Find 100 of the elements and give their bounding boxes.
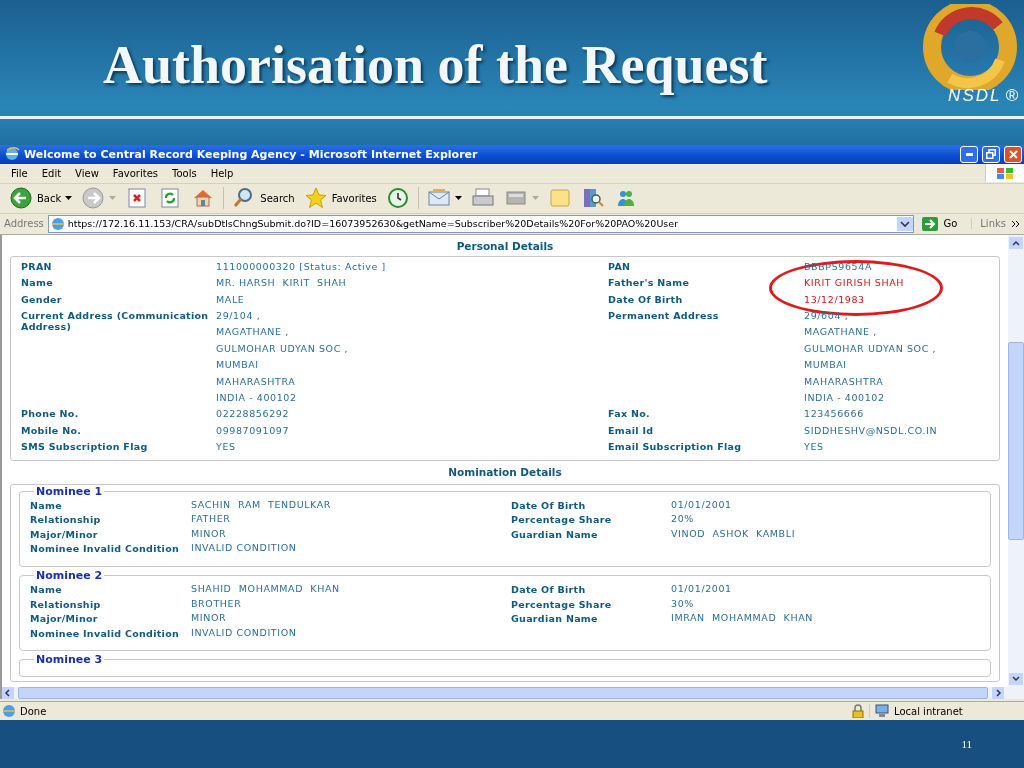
field-label: Major/Minor [30,527,99,540]
vertical-scrollbar[interactable] [1008,234,1024,688]
window-title: Welcome to Central Record Keeping Agency - Microsoft Internet Explorer [24,147,479,161]
zone-text: Local intranet [894,705,963,717]
logo-icon [920,4,1020,90]
scroll-thumb[interactable] [1008,341,1024,540]
page-number: 11 [961,738,972,750]
field-value: MR. HARSH KIRIT SHAH [216,276,348,291]
field-value: SIDDHESHV@NSDL.CO.IN [804,423,939,438]
menu-item[interactable]: Favorites [105,167,165,179]
field-value: MAGATHANE , [804,325,878,340]
menu-item[interactable]: View [68,167,106,179]
field-value: MALE [216,292,246,307]
restore-icon [986,149,996,160]
minimize-button[interactable] [960,145,978,163]
field-value: INVALID CONDITION [191,625,298,640]
group-legend: Nominee 2 [34,568,105,582]
field-label: Phone No. [21,407,80,420]
field-value: MUMBAI [804,358,848,373]
menu-item[interactable]: Edit [34,167,69,179]
toolbar-button[interactable]: Search [229,184,298,213]
address-label: Address [4,218,44,230]
field-label: Guardian Name [511,527,599,540]
close-icon [1008,149,1018,159]
field-value: INDIA - 400102 [216,390,298,405]
field-value: MAHARASHTRA [216,374,297,389]
field-value: MINOR [191,526,228,541]
logo-text: NSDL [948,86,1002,106]
field-value: BROTHER [191,596,243,611]
field-value: IMRAN MOHAMMAD KHAN [671,611,814,626]
field-label: Percentage Share [511,597,613,610]
links-label[interactable]: Links [980,218,1006,230]
field-label: Gender [21,292,63,305]
field-value: SHAHID MOHAMMAD KHAN [191,581,341,596]
restore-button[interactable] [982,145,1000,163]
field-label: Percentage Share [511,513,613,526]
field-value: 13/12/1983 [804,292,866,307]
field-value: SACHIN RAM TENDULKAR [191,497,333,512]
field-label: Date Of Birth [511,582,587,595]
field-label: Relationship [30,597,102,610]
clock-icon [385,186,410,211]
field-label: Nominee Invalid Condition [30,542,181,555]
field-label: Name [30,582,63,595]
field-label: Relationship [30,513,102,526]
right-arrow-icon [922,216,939,231]
field-value: FATHER [191,512,232,527]
address-field[interactable]: https://172.16.11.153/CRA/subDtlsChngSubmit.do?ID=16073952630&getName=Subscriber%20Details%20For%20PAO%20User [47,214,915,233]
menu-item[interactable]: Help [203,167,241,179]
field-value: 123456666 [804,407,865,422]
status-text: Done [20,705,48,717]
field-value: 30% [671,596,695,611]
field-label: Name [21,276,54,289]
field-label: Name [30,498,63,511]
lock-icon [851,704,865,719]
field-value: MAGATHANE , [216,325,290,340]
field-value: INDIA - 400102 [804,390,886,405]
field-value: GULMOHAR UDYAN SOC , [216,341,350,356]
field-value: 111000000320 [Status: Active ] [216,259,387,274]
menu-item[interactable]: File [4,167,35,179]
field-label: Current Address (Communication Address) [21,308,210,332]
minimize-icon [965,152,973,156]
field-label: Fax No. [608,407,651,420]
registered-mark: ® [1005,86,1020,106]
field-value: 29/604 , [804,308,850,323]
field-value: MAHARASHTRA [804,374,885,389]
field-value: VINOD ASHOK KAMBLI [671,526,797,541]
chevron-icon [1012,219,1020,228]
field-label: Email Subscription Flag [608,440,743,453]
field-value: 20% [671,512,695,527]
field-label: Permanent Address [608,308,720,321]
field-label: Email Id [608,423,655,436]
section-heading: Nomination Details [447,465,563,478]
menu-item[interactable]: Tools [165,167,204,179]
field-label: Date Of Birth [608,292,684,305]
field-label: Major/Minor [30,612,99,625]
field-value: MINOR [191,611,228,626]
field-label: PAN [608,259,632,272]
field-label: PRAN [21,259,53,272]
field-value: MUMBAI [216,358,260,373]
field-label: Guardian Name [511,612,599,625]
field-label: Date Of Birth [511,498,587,511]
field-label: Father's Name [608,276,691,289]
field-label: Nominee Invalid Condition [30,626,181,639]
toolbar-button[interactable]: Favorites [300,184,380,213]
flag-icon [995,165,1015,182]
toolbar-button[interactable]: Back [6,184,76,213]
group-legend: Nominee 1 [34,484,105,498]
field-value: KIRIT GIRISH SHAH [804,276,906,291]
close-button[interactable] [1004,145,1022,163]
field-label: Mobile No. [21,423,83,436]
browser-icon [4,146,20,163]
field-value: BBBPS9654A [804,259,873,274]
page-icon [50,216,65,231]
field-value: 29/104 , [216,308,262,323]
field-value: YES [804,440,825,455]
field-value: GULMOHAR UDYAN SOC , [804,341,938,356]
go-button[interactable]: Go [918,216,968,231]
field-value: 09987091097 [216,423,291,438]
field-value: INVALID CONDITION [191,541,298,556]
star-icon [303,186,328,211]
